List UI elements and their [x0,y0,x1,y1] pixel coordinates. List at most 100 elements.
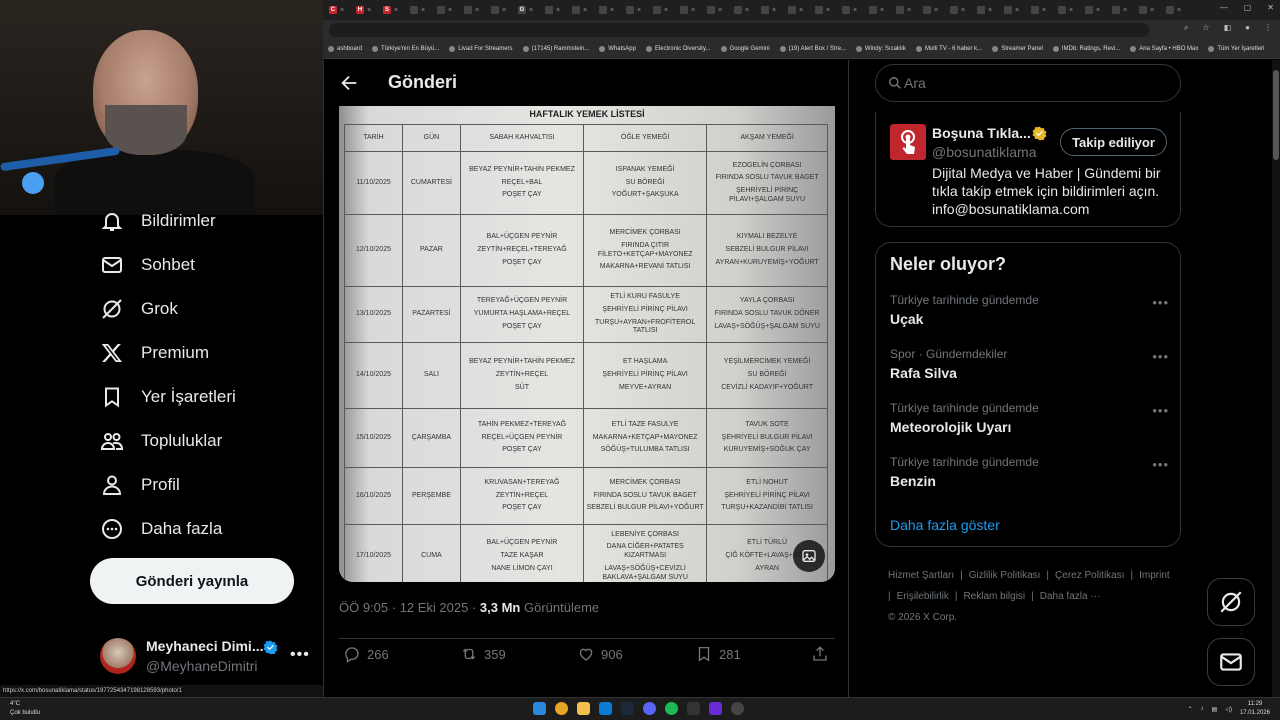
discord-icon[interactable] [643,702,656,715]
browser-tab[interactable]: × [890,0,917,20]
browser-tab[interactable]: × [728,0,755,20]
footer-link[interactable]: Erişilebilirlik [897,591,949,602]
back-arrow-icon[interactable] [338,72,360,94]
bookmark-item[interactable]: (17145) Rammstein... [518,46,595,52]
file-explorer-icon[interactable] [577,702,590,715]
post-timestamp[interactable]: ÖÖ 9:05 · 12 Eki 2025 · [339,600,480,615]
close-tab-icon[interactable]: × [475,7,479,14]
browser-tab[interactable]: × [593,0,620,20]
close-tab-icon[interactable]: × [1123,7,1127,14]
close-tab-icon[interactable]: × [637,7,641,14]
browser-tab[interactable]: × [755,0,782,20]
close-tab-icon[interactable]: × [1096,7,1100,14]
browser-tab[interactable]: × [485,0,512,20]
sidebar-item-sohbet[interactable]: Sohbet [100,250,195,280]
browser-tab[interactable]: × [1025,0,1052,20]
close-tab-icon[interactable]: × [583,7,587,14]
close-tab-icon[interactable]: × [367,7,371,14]
close-tab-icon[interactable]: × [745,7,749,14]
sidebar-item-bildirimler[interactable]: Bildirimler [100,206,216,236]
zoom-icon[interactable]: ⌕ [1184,23,1188,33]
edge-icon[interactable] [599,702,612,715]
browser-tab[interactable]: × [917,0,944,20]
footer-link[interactable]: Daha fazla ··· [1040,591,1101,602]
share-button[interactable] [811,645,829,663]
star-icon[interactable]: ☆ [1202,23,1209,33]
footer-link[interactable]: Reklam bilgisi [963,591,1025,602]
show-more-link[interactable]: Daha fazla göster [890,517,1000,533]
browser-tab[interactable]: × [863,0,890,20]
extensions-icon[interactable]: ◧ [1224,23,1232,33]
mic-icon[interactable]: ♪ [1201,706,1204,712]
close-tab-icon[interactable]: × [691,7,695,14]
page-scrollbar[interactable] [1272,60,1280,697]
browser-tab[interactable]: × [782,0,809,20]
footer-link[interactable]: Hizmet Şartları [888,570,954,581]
bookmark-item[interactable]: ashboard [323,46,367,52]
browser-tab[interactable]: × [809,0,836,20]
sidebar-item-profil[interactable]: Profil [100,470,180,500]
browser-tab[interactable]: × [1052,0,1079,20]
following-button[interactable]: Takip ediliyor [1060,128,1167,156]
bookmark-item[interactable]: WhatsApp [594,46,641,52]
trend-item[interactable]: Spor · Gündemdekiler Rafa Silva ••• [890,347,1175,391]
reply-button[interactable]: 266 [343,645,389,663]
close-tab-icon[interactable]: × [529,7,533,14]
close-tab-icon[interactable]: × [1015,7,1019,14]
browser-tab[interactable]: × [1079,0,1106,20]
more-dots-icon[interactable]: ••• [1152,403,1169,418]
bookmark-item[interactable]: Multi TV - 6 haber k... [911,46,987,52]
footer-link[interactable]: Gizlilik Politikası [969,570,1041,581]
close-tab-icon[interactable]: × [772,7,776,14]
browser-tab[interactable]: × [1160,0,1187,20]
sidebar-item-grok[interactable]: Grok [100,294,178,324]
browser-tab[interactable]: H × [350,0,377,20]
close-tab-icon[interactable]: × [961,7,965,14]
messages-fab[interactable] [1207,638,1255,686]
close-tab-icon[interactable]: × [1069,7,1073,14]
chrome-icon[interactable] [555,702,568,715]
more-dots-icon[interactable]: ••• [1152,349,1169,364]
search-input[interactable] [904,65,1164,101]
more-dots-icon[interactable]: ••• [1152,457,1169,472]
maximize-button[interactable]: ▢ [1244,3,1252,12]
close-tab-icon[interactable]: × [448,7,452,14]
browser-tab[interactable]: × [701,0,728,20]
app-icon[interactable] [687,702,700,715]
close-tab-icon[interactable]: × [502,7,506,14]
clock[interactable]: 11:29 17.01.2026 [1240,700,1270,718]
search-box[interactable] [875,64,1181,102]
bookmark-item[interactable]: Livad For Streamers [444,46,517,52]
browser-tab[interactable]: × [431,0,458,20]
bookmark-item[interactable]: (19) Alert Box / Stre... [775,46,851,52]
bookmark-item[interactable]: Streamer Panel [987,46,1048,52]
browser-tab[interactable]: × [566,0,593,20]
sidebar-item-premium[interactable]: Premium [100,338,209,368]
close-tab-icon[interactable]: × [664,7,668,14]
streaming-app-icon[interactable] [709,702,722,715]
close-tab-icon[interactable]: × [718,7,722,14]
close-window-button[interactable]: ✕ [1267,3,1274,12]
browser-tab[interactable]: × [620,0,647,20]
more-dots-icon[interactable]: ••• [1152,295,1169,310]
more-dots-icon[interactable]: ••• [290,646,310,664]
omnibox[interactable] [329,23,1149,37]
speaker-icon[interactable]: ◁) [1225,706,1232,713]
close-tab-icon[interactable]: × [340,7,344,14]
trend-item[interactable]: Türkiye tarihinde gündemde Meteorolojik U… [890,401,1175,445]
footer-link[interactable]: Çerez Politikası [1055,570,1124,581]
browser-tab[interactable]: × [836,0,863,20]
image-description-icon[interactable] [793,540,825,572]
repost-button[interactable]: 359 [460,645,506,663]
bookmark-item[interactable]: Electronic Diversity... [641,46,716,52]
account-name[interactable]: Boşuna Tıkla... [932,125,1031,141]
bookmark-button[interactable]: 281 [695,645,741,663]
minimize-button[interactable]: — [1220,3,1228,12]
close-tab-icon[interactable]: × [556,7,560,14]
close-tab-icon[interactable]: × [934,7,938,14]
browser-tab[interactable]: × [944,0,971,20]
sidebar-item-topluluklar[interactable]: Topluluklar [100,426,222,456]
close-tab-icon[interactable]: × [421,7,425,14]
bookmark-item[interactable]: Windy: Sıcaklık [851,46,911,52]
browser-tab[interactable]: × [458,0,485,20]
